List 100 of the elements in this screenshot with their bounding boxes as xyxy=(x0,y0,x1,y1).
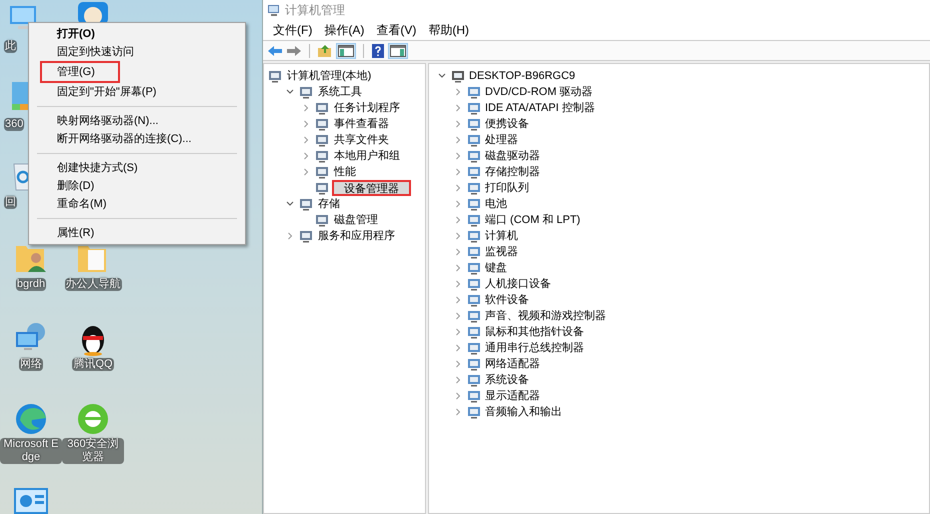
device-item[interactable]: 网络适配器 xyxy=(485,356,540,372)
back-arrow-icon[interactable] xyxy=(267,44,283,58)
menu-item[interactable]: 映射网络驱动器(N)... xyxy=(57,112,166,130)
tree-item[interactable]: 存储 xyxy=(316,196,342,212)
expand-chevron-icon[interactable] xyxy=(454,408,462,416)
tree-item[interactable]: 系统工具 xyxy=(316,84,364,100)
device-icon xyxy=(467,277,481,291)
collapse-chevron-icon[interactable] xyxy=(438,72,446,80)
device-item[interactable]: 监视器 xyxy=(485,244,518,260)
device-item[interactable]: 存储控制器 xyxy=(485,164,540,180)
menu-item[interactable]: 文件(F) xyxy=(267,20,318,40)
device-item[interactable]: 端口 (COM 和 LPT) xyxy=(485,212,580,228)
collapse-chevron-icon[interactable] xyxy=(286,88,294,96)
device-item[interactable]: 计算机 xyxy=(485,228,518,244)
expand-chevron-icon[interactable] xyxy=(302,120,310,128)
menu-item[interactable]: 管理(G) xyxy=(40,61,120,83)
device-item[interactable]: 便携设备 xyxy=(485,116,529,132)
device-icon xyxy=(467,213,481,227)
expand-chevron-icon[interactable] xyxy=(454,376,462,384)
pane-toggle-icon[interactable] xyxy=(336,42,356,58)
device-icon xyxy=(467,197,481,211)
device-item[interactable]: 处理器 xyxy=(485,132,518,148)
expand-chevron-icon[interactable] xyxy=(454,200,462,208)
expand-chevron-icon[interactable] xyxy=(302,104,310,112)
device-item[interactable]: 键盘 xyxy=(485,260,507,276)
device-item[interactable]: 显示适配器 xyxy=(485,388,540,404)
expand-chevron-icon[interactable] xyxy=(454,360,462,368)
tree-node-icon xyxy=(299,85,313,99)
expand-chevron-icon[interactable] xyxy=(302,168,310,176)
device-icon xyxy=(467,133,481,147)
expand-chevron-icon[interactable] xyxy=(454,248,462,256)
tree-item[interactable]: 共享文件夹 xyxy=(332,132,391,148)
expand-chevron-icon[interactable] xyxy=(454,296,462,304)
menu-item[interactable]: 帮助(H) xyxy=(422,20,475,40)
menu-item[interactable]: 删除(D) xyxy=(57,177,102,195)
action-pane-icon[interactable] xyxy=(388,42,408,58)
expand-chevron-icon[interactable] xyxy=(454,232,462,240)
device-icon xyxy=(467,85,481,99)
expand-chevron-icon[interactable] xyxy=(454,280,462,288)
device-item[interactable]: 通用串行总线控制器 xyxy=(485,340,584,356)
tree-item[interactable]: 本地用户和组 xyxy=(332,148,402,164)
device-item[interactable]: 软件设备 xyxy=(485,292,529,308)
expand-chevron-icon[interactable] xyxy=(454,184,462,192)
collapse-chevron-icon[interactable] xyxy=(286,200,294,208)
menu-item[interactable]: 创建快捷方式(S) xyxy=(57,159,146,177)
expand-chevron-icon[interactable] xyxy=(454,104,462,112)
device-icon xyxy=(467,405,481,419)
expand-chevron-icon[interactable] xyxy=(454,264,462,272)
tree-item[interactable]: 磁盘管理 xyxy=(332,212,380,228)
device-item[interactable]: 声音、视频和游戏控制器 xyxy=(485,308,606,324)
tree-item[interactable]: 事件查看器 xyxy=(332,116,391,132)
desktop-icon-label: 360安全浏览器 xyxy=(62,438,124,464)
forward-arrow-icon[interactable] xyxy=(286,44,302,58)
device-item[interactable]: DVD/CD-ROM 驱动器 xyxy=(485,84,593,100)
tree-node-icon xyxy=(299,197,313,211)
menu-item[interactable]: 固定到快速访问 xyxy=(57,43,142,61)
expand-chevron-icon[interactable] xyxy=(454,120,462,128)
tree-item[interactable]: 任务计划程序 xyxy=(332,100,402,116)
expand-chevron-icon[interactable] xyxy=(454,328,462,336)
expand-chevron-icon[interactable] xyxy=(454,152,462,160)
device-item[interactable]: DESKTOP-B96RGC9 xyxy=(469,68,576,84)
device-item[interactable]: IDE ATA/ATAPI 控制器 xyxy=(485,100,595,116)
desktop-icon-label: Microsoft Edge xyxy=(0,438,62,464)
expand-chevron-icon[interactable] xyxy=(302,136,310,144)
expand-chevron-icon[interactable] xyxy=(454,344,462,352)
expand-chevron-icon[interactable] xyxy=(454,216,462,224)
menu-item[interactable]: 属性(R) xyxy=(57,224,102,242)
expand-chevron-icon[interactable] xyxy=(454,136,462,144)
tree-item[interactable]: 性能 xyxy=(332,164,358,180)
device-icon xyxy=(467,229,481,243)
device-item[interactable]: 鼠标和其他指针设备 xyxy=(485,324,584,340)
expand-chevron-icon[interactable] xyxy=(454,392,462,400)
device-item[interactable]: 电池 xyxy=(485,196,507,212)
tree-item[interactable]: 设备管理器 xyxy=(332,180,411,196)
tree-item[interactable]: 计算机管理(本地) xyxy=(285,68,374,84)
device-icon xyxy=(467,149,481,163)
tree-node-icon xyxy=(315,149,329,163)
expand-chevron-icon[interactable] xyxy=(286,232,294,240)
menu-item[interactable]: 重命名(M) xyxy=(57,195,114,213)
menu-item[interactable]: 打开(O) xyxy=(57,25,103,43)
menu-item[interactable]: 操作(A) xyxy=(318,20,370,40)
expand-chevron-icon[interactable] xyxy=(302,152,310,160)
tree-item[interactable]: 服务和应用程序 xyxy=(316,228,397,244)
menu-item[interactable]: 固定到"开始"屏幕(P) xyxy=(57,83,164,101)
device-item[interactable]: 音频输入和输出 xyxy=(485,404,562,420)
device-icon xyxy=(467,357,481,371)
device-icon xyxy=(467,389,481,403)
expand-chevron-icon[interactable] xyxy=(454,312,462,320)
device-item[interactable]: 打印队列 xyxy=(485,180,529,196)
device-icon xyxy=(467,261,481,275)
help-icon[interactable] xyxy=(371,44,385,58)
expand-chevron-icon[interactable] xyxy=(454,168,462,176)
menu-item[interactable]: 查看(V) xyxy=(370,20,422,40)
device-item[interactable]: 磁盘驱动器 xyxy=(485,148,540,164)
menu-item[interactable]: 断开网络驱动器的连接(C)... xyxy=(57,130,200,148)
expand-chevron-icon[interactable] xyxy=(454,88,462,96)
device-item[interactable]: 系统设备 xyxy=(485,372,529,388)
device-item[interactable]: 人机接口设备 xyxy=(485,276,551,292)
folder-up-icon[interactable] xyxy=(317,44,333,58)
tree-node-icon xyxy=(299,229,313,243)
